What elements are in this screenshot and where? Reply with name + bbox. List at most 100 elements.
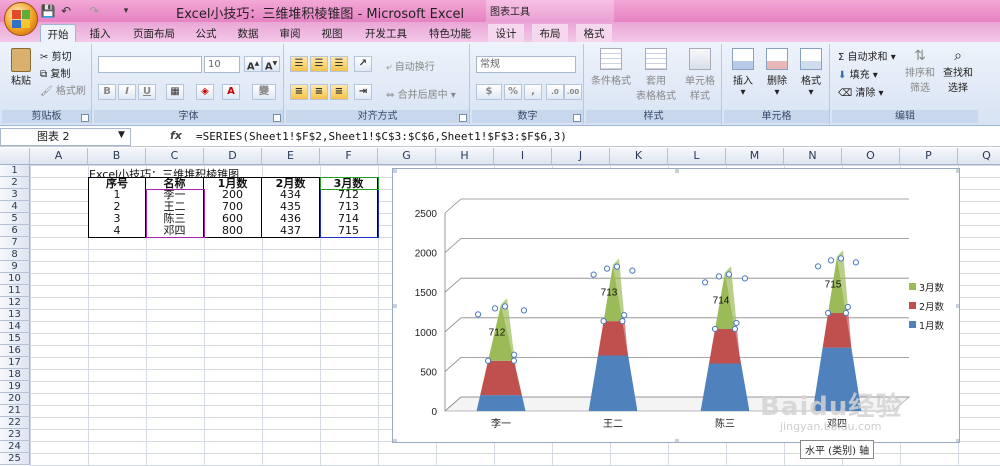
cell-styles-button[interactable]: 单元格 样式 [680, 48, 720, 102]
column-header-C[interactable]: C [146, 148, 204, 165]
row-header-24[interactable]: 24 [0, 441, 30, 453]
formula-input[interactable]: =SERIES(Sheet1!$F$2,Sheet1!$C$3:$C$6,She… [196, 128, 567, 146]
orientation-button[interactable]: ↗ [354, 56, 372, 72]
font-launcher-icon[interactable] [273, 114, 281, 122]
row-header-4[interactable]: 4 [0, 201, 30, 213]
shrink-font-button[interactable]: A▼ [262, 56, 280, 72]
insert-cells-button[interactable]: 插入 ▾ [728, 48, 758, 98]
row-header-10[interactable]: 10 [0, 273, 30, 285]
legend-item-1[interactable]: 1月数 [909, 315, 961, 334]
table-cell[interactable]: 邓四 [146, 225, 204, 238]
sort-filter-button[interactable]: ⇅ 排序和 筛选 [902, 48, 938, 94]
column-header-Q[interactable]: Q [958, 148, 1000, 165]
name-box[interactable]: 图表 2 [0, 128, 131, 146]
row-header-20[interactable]: 20 [0, 393, 30, 405]
row-header-13[interactable]: 13 [0, 309, 30, 321]
align-top-button[interactable]: ☰ [290, 56, 308, 72]
indent-button[interactable]: ⇥ [354, 84, 372, 100]
office-button[interactable] [4, 2, 38, 36]
row-header-17[interactable]: 17 [0, 357, 30, 369]
undo-icon[interactable]: ↶ [58, 3, 74, 19]
percent-button[interactable]: % [504, 84, 522, 100]
format-as-table-button[interactable]: 套用 表格格式 [634, 48, 678, 102]
row-header-22[interactable]: 22 [0, 417, 30, 429]
bold-button[interactable]: B [98, 84, 116, 100]
clear-button[interactable]: ⌫ 清除 ▾ [838, 84, 884, 99]
chart-legend[interactable]: 3月数 2月数 1月数 [909, 277, 961, 334]
autosum-button[interactable]: Σ 自动求和 ▾ [838, 48, 896, 63]
row-header-25[interactable]: 25 [0, 453, 30, 465]
phonetic-button[interactable]: 變 [252, 84, 276, 100]
column-header-F[interactable]: F [320, 148, 378, 165]
tab-format[interactable]: 格式 [576, 24, 612, 42]
column-header-I[interactable]: I [494, 148, 552, 165]
copy-button[interactable]: ⧉ 复制 [40, 65, 70, 80]
column-header-A[interactable]: A [30, 148, 88, 165]
legend-item-3[interactable]: 3月数 [909, 277, 961, 296]
row-header-9[interactable]: 9 [0, 261, 30, 273]
align-middle-button[interactable]: ☰ [310, 56, 328, 72]
increase-decimal-button[interactable]: .0 [546, 84, 564, 100]
row-header-7[interactable]: 7 [0, 237, 30, 249]
delete-cells-button[interactable]: 删除 ▾ [762, 48, 792, 98]
alignment-launcher-icon[interactable] [459, 114, 467, 122]
conditional-format-button[interactable]: 条件格式 [590, 48, 632, 87]
align-center-button[interactable]: ≡ [310, 84, 328, 100]
tab-insert[interactable]: 插入 [82, 24, 118, 42]
clipboard-launcher-icon[interactable] [81, 114, 89, 122]
row-header-14[interactable]: 14 [0, 321, 30, 333]
align-right-button[interactable]: ≡ [330, 84, 348, 100]
redo-icon[interactable]: ↷ [86, 3, 102, 19]
table-cell[interactable]: 4 [88, 225, 146, 238]
legend-item-2[interactable]: 2月数 [909, 296, 961, 315]
row-header-5[interactable]: 5 [0, 213, 30, 225]
column-header-K[interactable]: K [610, 148, 668, 165]
row-header-21[interactable]: 21 [0, 405, 30, 417]
decrease-decimal-button[interactable]: .00 [564, 84, 582, 100]
font-color-button[interactable]: A [222, 84, 240, 100]
grow-font-button[interactable]: A▲ [244, 56, 262, 72]
row-header-12[interactable]: 12 [0, 297, 30, 309]
fill-button[interactable]: ⬇ 填充 ▾ [838, 66, 878, 81]
column-header-L[interactable]: L [668, 148, 726, 165]
select-all-corner[interactable] [0, 148, 30, 165]
tab-home[interactable]: 开始 [40, 24, 76, 42]
tab-layout[interactable]: 布局 [532, 24, 568, 42]
number-format-select[interactable]: 常规 [476, 56, 576, 73]
row-header-16[interactable]: 16 [0, 345, 30, 357]
column-header-M[interactable]: M [726, 148, 784, 165]
font-name-select[interactable] [98, 56, 202, 73]
merge-center-button[interactable]: ⇔ 合并后居中 ▾ [386, 86, 456, 101]
tab-special[interactable]: 特色功能 [422, 24, 478, 42]
table-cell[interactable]: 437 [262, 225, 320, 238]
name-box-dropdown-icon[interactable]: ▼ [118, 130, 125, 140]
column-header-G[interactable]: G [378, 148, 436, 165]
column-header-O[interactable]: O [842, 148, 900, 165]
tab-page-layout[interactable]: 页面布局 [126, 24, 182, 42]
column-header-E[interactable]: E [262, 148, 320, 165]
row-header-1[interactable]: 1 [0, 165, 30, 177]
italic-button[interactable]: I [118, 84, 136, 100]
table-cell[interactable]: 715 [320, 225, 378, 238]
row-header-3[interactable]: 3 [0, 189, 30, 201]
align-bottom-button[interactable]: ☰ [330, 56, 348, 72]
row-header-23[interactable]: 23 [0, 429, 30, 441]
row-header-15[interactable]: 15 [0, 333, 30, 345]
row-header-2[interactable]: 2 [0, 177, 30, 189]
fx-icon[interactable]: fx [170, 129, 182, 142]
font-size-select[interactable]: 10 [204, 56, 240, 73]
customize-qat-icon[interactable]: ▾ [118, 3, 134, 19]
row-header-18[interactable]: 18 [0, 369, 30, 381]
column-header-D[interactable]: D [204, 148, 262, 165]
tab-design[interactable]: 设计 [488, 24, 524, 42]
column-header-H[interactable]: H [436, 148, 494, 165]
cut-button[interactable]: ✂ 剪切 [40, 48, 72, 63]
fill-color-button[interactable]: ◈ [196, 84, 214, 100]
tab-view[interactable]: 视图 [314, 24, 350, 42]
column-header-J[interactable]: J [552, 148, 610, 165]
tab-review[interactable]: 审阅 [272, 24, 308, 42]
column-header-P[interactable]: P [900, 148, 958, 165]
align-left-button[interactable]: ≡ [290, 84, 308, 100]
underline-button[interactable]: U [138, 84, 156, 100]
format-painter-button[interactable]: 🖌 格式刷 [40, 82, 86, 97]
